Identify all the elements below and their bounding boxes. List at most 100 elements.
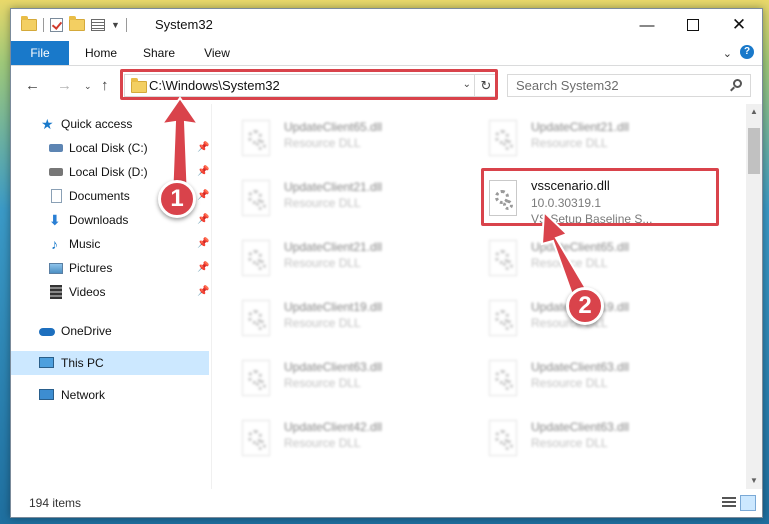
- sidebar-item-music[interactable]: ♪ Music 📌: [11, 232, 209, 256]
- dll-file-icon: [238, 240, 274, 280]
- scroll-down-icon[interactable]: ▼: [746, 473, 762, 489]
- file-item[interactable]: UpdateClient19.dll Resource DLL: [212, 294, 442, 342]
- maximize-icon: [687, 19, 699, 31]
- pin-icon[interactable]: 📌: [197, 136, 209, 160]
- file-name: UpdateClient63.dll: [531, 360, 630, 374]
- search-icon[interactable]: [733, 79, 742, 88]
- file-list: UpdateClient65.dll Resource DLL UpdateCl…: [212, 104, 745, 489]
- file-item[interactable]: UpdateClient63.dll Resource DLL: [212, 354, 442, 402]
- close-button[interactable]: ✕: [716, 9, 762, 41]
- details-view-icon[interactable]: [722, 497, 736, 509]
- search-box[interactable]: Search System32: [507, 74, 751, 97]
- dll-file-icon: [238, 180, 274, 220]
- documents-icon: [51, 189, 62, 203]
- pin-icon[interactable]: 📌: [197, 184, 209, 208]
- dll-file-icon: [485, 120, 521, 160]
- toolbar-dropdown-icon[interactable]: ▼: [111, 20, 120, 30]
- vertical-scrollbar[interactable]: ▲ ▼: [746, 104, 762, 489]
- file-name: UpdateClient42.dll: [284, 420, 383, 434]
- expand-ribbon-icon[interactable]: ⌄: [723, 47, 732, 60]
- pin-icon[interactable]: 📌: [197, 208, 209, 232]
- file-description: Resource DLL: [284, 376, 361, 390]
- sidebar-item-label: Videos: [69, 285, 106, 299]
- videos-icon: [50, 285, 62, 299]
- file-name: UpdateClient21.dll: [284, 180, 383, 194]
- tab-share[interactable]: Share: [137, 41, 181, 65]
- pictures-icon: [49, 263, 63, 274]
- dll-file-icon: [238, 120, 274, 160]
- sidebar-item-label: Music: [69, 237, 101, 251]
- maximize-button[interactable]: [670, 9, 716, 41]
- music-icon: ♪: [51, 236, 58, 252]
- back-button[interactable]: ←: [25, 77, 40, 94]
- file-item[interactable]: UpdateClient21.dll Resource DLL: [459, 114, 689, 162]
- file-item[interactable]: UpdateClient65.dll Resource DLL: [459, 234, 689, 282]
- step-2-badge: 2: [566, 287, 604, 325]
- recent-locations-icon[interactable]: ⌄: [84, 81, 92, 92]
- forward-button[interactable]: →: [57, 77, 72, 94]
- tab-file[interactable]: File: [11, 41, 69, 65]
- dll-file-icon: [485, 300, 521, 340]
- sidebar-item-pictures[interactable]: Pictures 📌: [11, 256, 209, 280]
- quick-access-toolbar: ▼: [21, 16, 127, 33]
- scroll-up-icon[interactable]: ▲: [746, 104, 762, 120]
- cloud-icon: [39, 328, 55, 336]
- file-description: Resource DLL: [531, 136, 608, 150]
- sidebar-item-label: Pictures: [69, 261, 113, 275]
- minimize-button[interactable]: —: [624, 9, 670, 41]
- customize-icon[interactable]: [91, 19, 105, 31]
- sidebar-item-videos[interactable]: Videos 📌: [11, 280, 209, 304]
- new-folder-icon[interactable]: [69, 16, 85, 31]
- file-name: UpdateClient65.dll: [284, 120, 383, 134]
- pin-icon[interactable]: 📌: [197, 232, 209, 256]
- star-icon: ★: [41, 116, 54, 132]
- drive-icon: [49, 168, 63, 176]
- dll-file-icon: [485, 360, 521, 400]
- file-description: Resource DLL: [284, 196, 361, 210]
- sidebar-item-onedrive[interactable]: OneDrive: [11, 319, 209, 343]
- status-bar: 194 items: [11, 489, 762, 517]
- window-title: System32: [155, 17, 213, 32]
- sidebar-item-quick-access[interactable]: ★ Quick access: [11, 112, 209, 136]
- sidebar-item-local-disk-c[interactable]: Local Disk (C:) 📌: [11, 136, 209, 160]
- help-icon[interactable]: ?: [740, 45, 754, 59]
- file-highlight: [481, 168, 719, 226]
- file-name: UpdateClient19.dll: [284, 300, 383, 314]
- dll-file-icon: [238, 360, 274, 400]
- sidebar-item-label: Quick access: [61, 117, 133, 131]
- file-item[interactable]: UpdateClient63.dll Resource DLL: [459, 354, 689, 402]
- sidebar-item-this-pc[interactable]: This PC: [11, 351, 209, 375]
- file-item[interactable]: UpdateClient21.dll Resource DLL: [212, 174, 442, 222]
- dll-file-icon: [485, 240, 521, 280]
- file-description: Resource DLL: [284, 316, 361, 330]
- properties-check-icon[interactable]: [50, 18, 63, 32]
- scrollbar-thumb[interactable]: [748, 128, 760, 174]
- up-button[interactable]: ↑: [101, 77, 109, 94]
- file-item[interactable]: UpdateClient42.dll Resource DLL: [212, 414, 442, 462]
- sidebar-item-network[interactable]: Network: [11, 383, 209, 407]
- file-description: Resource DLL: [284, 136, 361, 150]
- file-item[interactable]: UpdateClient63.dll Resource DLL: [459, 414, 689, 462]
- title-bar: ▼ System32 — ✕: [11, 9, 762, 41]
- file-item[interactable]: UpdateClient65.dll Resource DLL: [212, 114, 442, 162]
- file-name: UpdateClient63.dll: [284, 360, 383, 374]
- file-item[interactable]: UpdateClient21.dll Resource DLL: [212, 234, 442, 282]
- step-1-badge: 1: [158, 180, 196, 218]
- search-input[interactable]: Search System32: [516, 78, 619, 93]
- tab-view[interactable]: View: [195, 41, 239, 65]
- pin-icon[interactable]: 📌: [197, 280, 209, 304]
- ribbon-tabs: File Home Share View ⌄ ?: [11, 41, 762, 66]
- item-count: 194 items: [29, 496, 82, 510]
- sidebar-item-label: Network: [61, 388, 106, 402]
- pin-icon[interactable]: 📌: [197, 256, 209, 280]
- dll-file-icon: [238, 420, 274, 460]
- tab-home[interactable]: Home: [79, 41, 123, 65]
- sidebar-item-label: Downloads: [69, 213, 129, 227]
- drive-icon: [49, 144, 63, 152]
- address-bar-highlight: [120, 69, 498, 100]
- tiles-view-icon[interactable]: [740, 495, 756, 511]
- file-description: Resource DLL: [284, 436, 361, 450]
- navigation-pane: ★ Quick access Local Disk (C:) 📌 Local D…: [11, 104, 212, 489]
- file-description: Resource DLL: [531, 376, 608, 390]
- pin-icon[interactable]: 📌: [197, 160, 209, 184]
